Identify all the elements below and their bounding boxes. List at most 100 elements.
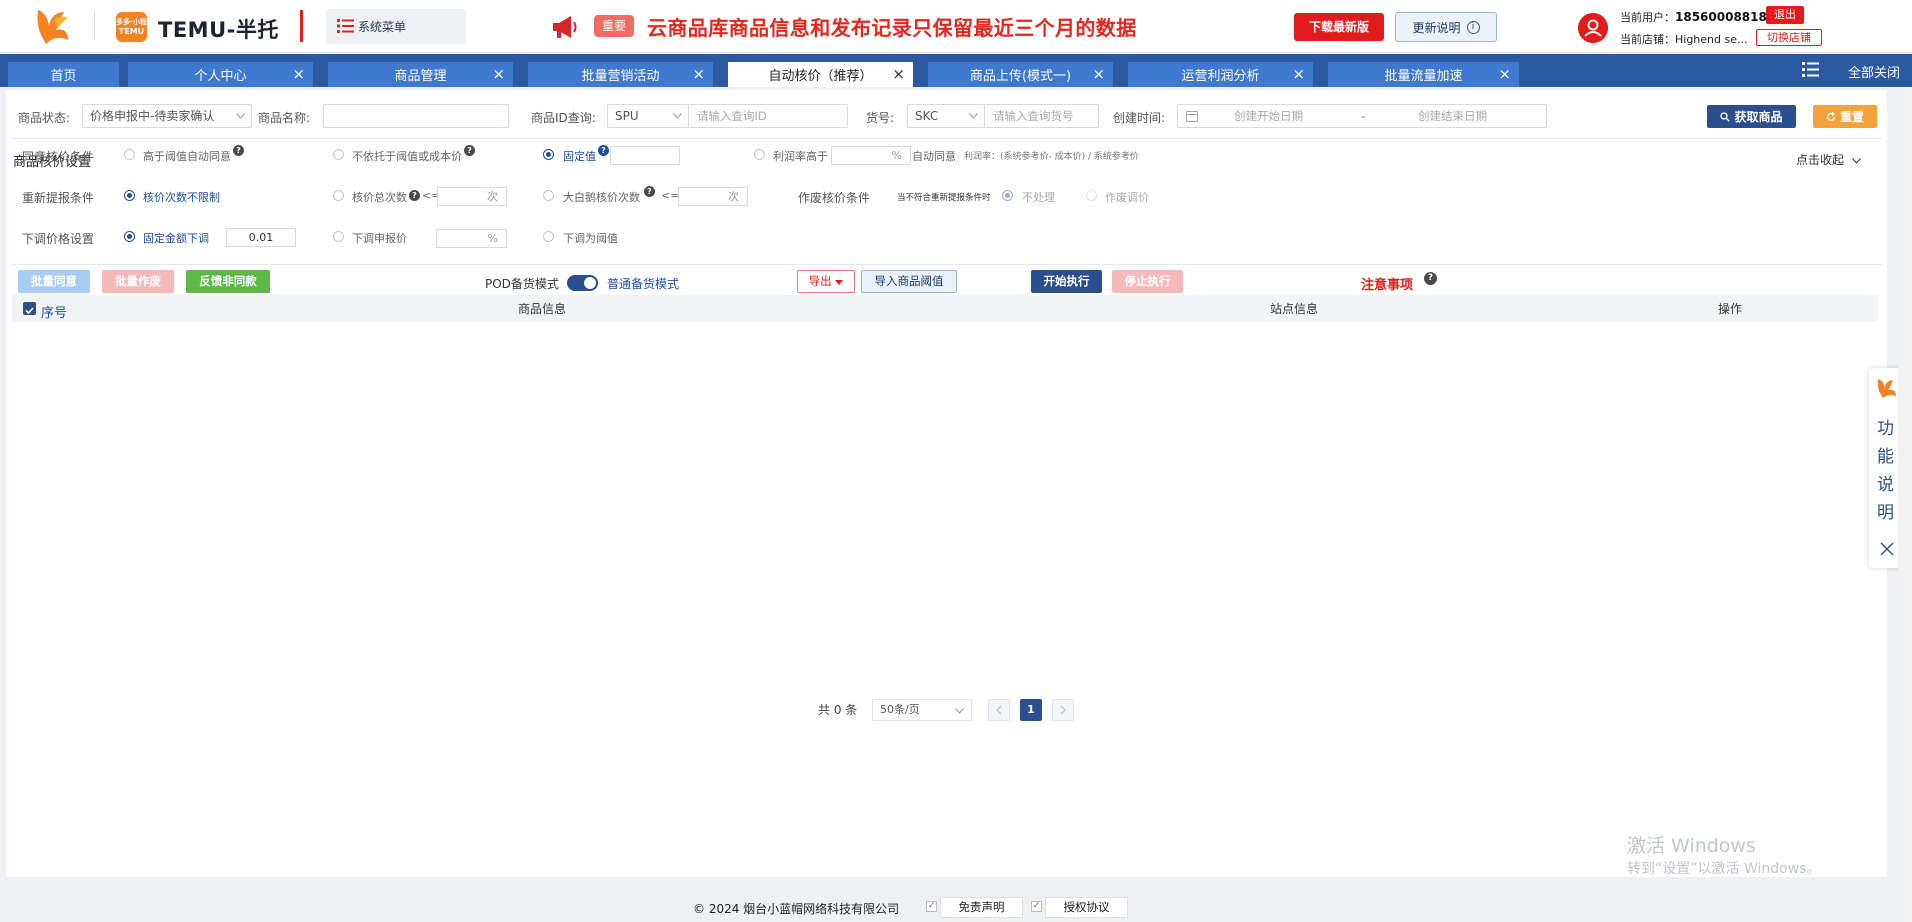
feedback-not-same-button[interactable]: 反馈非同款 — [186, 270, 270, 293]
down-declared-radio[interactable] — [333, 231, 344, 242]
sku-input[interactable]: 请输入查询货号 — [984, 104, 1099, 128]
resubmit-condition-label: 重新提报条件 — [22, 191, 95, 205]
close-icon[interactable]: × — [692, 65, 705, 83]
select-all-checkbox[interactable] — [23, 302, 36, 315]
stop-execution-button[interactable]: 停止执行 — [1112, 270, 1183, 293]
help-icon[interactable]: ? — [409, 190, 420, 201]
logout-button[interactable]: 退出 — [1766, 6, 1804, 24]
system-menu-button[interactable]: 系统菜单 — [326, 9, 466, 44]
down-declared-label: 下调申报价 — [352, 232, 407, 245]
pod-mode-label: POD备货模式 — [485, 277, 559, 291]
fetch-products-button[interactable]: 获取商品 — [1707, 105, 1796, 128]
disclaimer-button[interactable]: 免责声明 — [940, 897, 1023, 918]
export-dropdown-button[interactable]: 导出 — [797, 270, 855, 293]
page-size-select[interactable]: 50条/页 — [872, 699, 972, 721]
tab-auto-pricing[interactable]: 自动核价（推荐） × — [728, 62, 913, 87]
resubmit-unlimited-radio[interactable] — [124, 190, 135, 201]
close-icon[interactable]: × — [1292, 65, 1305, 83]
tab-label: 批量营销活动 — [581, 69, 660, 84]
status-select[interactable]: 价格申报中-待卖家确认 — [82, 104, 252, 128]
copyright-text: © 2024 烟台小蓝帽网络科技有限公司 — [693, 902, 900, 916]
next-page-button[interactable] — [1052, 699, 1074, 721]
resubmit-total-input[interactable]: 次 — [437, 187, 507, 206]
collapse-toggle[interactable]: 点击收起 — [1796, 151, 1861, 168]
notes-link[interactable]: 注意事项 — [1361, 274, 1413, 293]
close-icon[interactable]: × — [892, 65, 905, 83]
agree-above-threshold-radio[interactable] — [124, 149, 135, 160]
tab-profit-analysis[interactable]: 运营利润分析 × — [1128, 62, 1313, 87]
chevron-down-icon — [1851, 158, 1861, 164]
resubmit-goose-input[interactable]: 次 — [678, 187, 748, 206]
close-icon[interactable] — [1880, 542, 1894, 556]
import-threshold-button[interactable]: 导入商品阈值 — [861, 270, 957, 293]
close-icon[interactable]: × — [1498, 65, 1511, 83]
download-latest-button[interactable]: 下载最新版 — [1294, 13, 1384, 41]
license-checkbox[interactable]: ✓ — [1031, 901, 1042, 912]
tab-label: 自动核价（推荐） — [768, 69, 873, 84]
tab-label: 个人中心 — [194, 69, 247, 84]
chevron-down-icon — [955, 708, 964, 714]
main-panel: 商品状态: 价格申报中-待卖家确认 商品名称: 商品ID查询: SPU 请输入查… — [6, 90, 1887, 877]
menu-list-icon[interactable] — [1802, 62, 1819, 77]
close-all-tabs-button[interactable]: 全部关闭 — [1848, 62, 1900, 81]
status-label: 商品状态: — [18, 111, 71, 125]
batch-void-button[interactable]: 批量作废 — [102, 270, 174, 293]
resubmit-total-radio[interactable] — [333, 190, 344, 201]
agree-independent-radio[interactable] — [333, 149, 344, 160]
tab-home[interactable]: 首页 — [8, 62, 119, 87]
user-avatar-icon[interactable] — [1578, 13, 1608, 43]
scrollbar[interactable] — [1898, 88, 1912, 922]
profit-rate-input[interactable]: % — [831, 146, 911, 165]
fixed-value-input[interactable] — [610, 146, 680, 165]
help-icon[interactable]: ? — [233, 145, 244, 156]
sku-type-select[interactable]: SKC — [907, 104, 985, 128]
date-range-picker[interactable]: 创建开始日期 - 创建结束日期 — [1177, 104, 1547, 128]
tab-batch-marketing[interactable]: 批量营销活动 × — [528, 62, 713, 87]
close-icon[interactable]: × — [292, 65, 305, 83]
void-reprice-label: 作废调价 — [1105, 191, 1149, 204]
reset-button[interactable]: 重置 — [1813, 105, 1877, 128]
product-id-input[interactable]: 请输入查询ID — [688, 104, 848, 128]
prev-page-button[interactable] — [988, 699, 1010, 721]
help-icon[interactable]: ? — [598, 145, 609, 156]
current-user-value: 18560008818 — [1675, 10, 1767, 24]
close-icon[interactable]: × — [1092, 65, 1105, 83]
chevron-down-icon — [969, 113, 978, 119]
sku-label: 货号: — [866, 111, 895, 125]
down-amount-input[interactable]: 0.01 — [226, 228, 296, 247]
tab-personal-center[interactable]: 个人中心 × — [128, 62, 313, 87]
stock-mode-toggle[interactable] — [567, 275, 598, 291]
update-notes-button[interactable]: 更新说明 i — [1395, 12, 1497, 42]
id-type-select[interactable]: SPU — [607, 104, 689, 128]
switch-store-button[interactable]: 切换店铺 — [1756, 29, 1822, 46]
tab-product-upload[interactable]: 商品上传(模式一) × — [928, 62, 1113, 87]
agree-condition-label: 同意核价条件 — [22, 150, 95, 164]
resubmit-goose-radio[interactable] — [543, 190, 554, 201]
start-execution-button[interactable]: 开始执行 — [1031, 270, 1102, 293]
product-name-label: 商品名称: — [258, 111, 311, 125]
disclaimer-checkbox[interactable]: ✓ — [926, 901, 937, 912]
close-icon[interactable]: × — [492, 65, 505, 83]
agree-fixed-value-radio[interactable] — [543, 149, 554, 160]
current-user-label: 当前用户： — [1620, 11, 1675, 24]
column-site-info: 站点信息 — [1270, 302, 1319, 316]
void-ignore-radio[interactable] — [1002, 190, 1013, 201]
down-threshold-radio[interactable] — [543, 231, 554, 242]
down-percent-input[interactable]: % — [436, 229, 507, 248]
windows-activation-hint: 转到“设置”以激活 Windows。 — [1627, 861, 1821, 877]
chevron-left-icon — [996, 705, 1002, 715]
help-icon[interactable]: ? — [644, 186, 655, 197]
normal-mode-label: 普通备货模式 — [607, 277, 680, 291]
tab-traffic-boost[interactable]: 批量流量加速 × — [1328, 62, 1519, 87]
tab-product-management[interactable]: 商品管理 × — [328, 62, 513, 87]
help-icon[interactable]: ? — [1424, 272, 1437, 285]
void-reprice-radio[interactable] — [1086, 190, 1097, 201]
agree-profit-rate-radio[interactable] — [754, 149, 765, 160]
down-fixed-radio[interactable] — [124, 231, 135, 242]
batch-agree-button[interactable]: 批量同意 — [18, 270, 90, 293]
license-button[interactable]: 授权协议 — [1045, 897, 1128, 918]
void-condition-label: 作废核价条件 — [798, 191, 871, 205]
product-name-input[interactable] — [323, 104, 509, 128]
page-1-button[interactable]: 1 — [1020, 699, 1042, 721]
help-icon[interactable]: ? — [464, 145, 475, 156]
